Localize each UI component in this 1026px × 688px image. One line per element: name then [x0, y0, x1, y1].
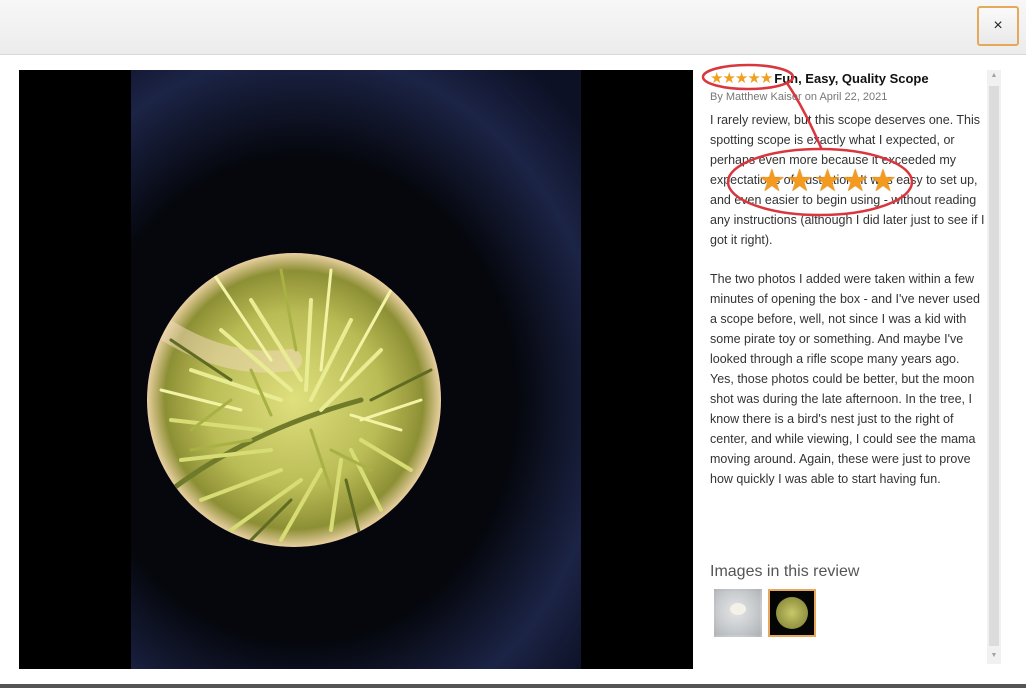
scroll-thumb[interactable] — [989, 86, 999, 646]
tree-through-scope-image — [147, 253, 441, 547]
thumbnail-strip — [714, 589, 816, 637]
image-viewer — [19, 70, 693, 669]
scope-lens-image — [776, 597, 808, 629]
review-title: Fun, Easy, Quality Scope — [774, 71, 929, 86]
close-button[interactable]: × — [977, 6, 1019, 46]
window-bottom-edge — [0, 684, 1026, 688]
scope-view-photo — [131, 70, 581, 669]
review-byline: By Matthew Kaiser on April 22, 2021 — [710, 91, 888, 103]
review-scrollbar[interactable]: ▲ ▼ — [987, 70, 1001, 664]
scroll-up-icon[interactable]: ▲ — [987, 72, 1001, 79]
star-rating[interactable]: ★★★★★ — [710, 71, 773, 86]
modal-header: × — [0, 0, 1026, 55]
thumbnail-moon-photo[interactable] — [714, 589, 762, 637]
review-paragraph: The two photos I added were taken within… — [710, 272, 980, 486]
moon-image — [730, 603, 746, 615]
images-heading: Images in this review — [710, 563, 860, 580]
annotation-star-rating: ★★★★★ — [758, 163, 897, 198]
close-icon: × — [993, 17, 1003, 34]
thumbnail-tree-photo[interactable] — [768, 589, 816, 637]
scroll-down-icon[interactable]: ▼ — [987, 652, 1001, 659]
review-panel: ★★★★★ Fun, Easy, Quality Scope By Matthe… — [704, 70, 986, 670]
review-header: ★★★★★ Fun, Easy, Quality Scope — [710, 70, 929, 87]
